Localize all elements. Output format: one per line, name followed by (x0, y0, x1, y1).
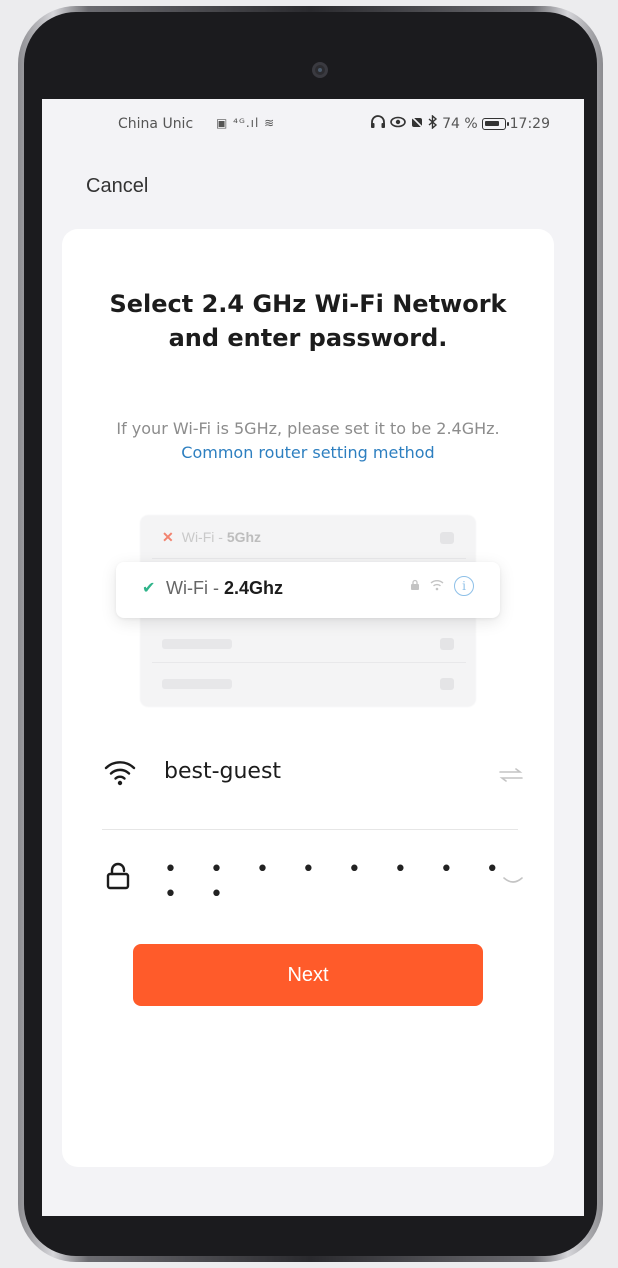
ghost-icon (440, 638, 454, 650)
next-button[interactable]: Next (133, 944, 483, 1006)
illus-row-24g: ✔ Wi-Fi - 2.4Ghz i (116, 562, 500, 618)
hint-text: If your Wi-Fi is 5GHz, please set it to … (116, 419, 500, 438)
battery-percent: 74 % (442, 116, 478, 132)
illus-row-icons: i (410, 576, 474, 596)
eye-closed-icon[interactable] (502, 871, 524, 890)
headphones-icon (370, 115, 386, 133)
front-camera (312, 62, 328, 78)
ghost-bar (162, 639, 232, 649)
illus-5g-prefix: Wi-Fi - (181, 529, 227, 545)
illus-5g-band: 5Ghz (226, 529, 262, 545)
illus-24g-band: 2.4Ghz (223, 578, 284, 598)
network-indicators: ▣ ⁴ᴳ.ıl ≋ (216, 116, 276, 130)
wifi-name-value: best-guest (164, 759, 282, 784)
ghost-icon (440, 532, 454, 544)
status-right: 74 % 17:29 (370, 114, 550, 133)
password-value: • • • • • • • • • • (164, 857, 512, 907)
app-screen: China Unic ▣ ⁴ᴳ.ıl ≋ 74 % 17:29 Cancel S… (42, 99, 584, 1216)
bluetooth-icon (428, 114, 438, 133)
illus-24g-label: Wi-Fi - 2.4Ghz (166, 578, 283, 599)
carrier-name: China Unic (118, 116, 194, 132)
router-setting-link[interactable]: Common router setting method (181, 443, 434, 462)
ghost-bar (162, 679, 232, 689)
check-icon: ✔ (142, 578, 156, 597)
lock-icon (104, 861, 136, 891)
page-title: Select 2.4 GHz Wi-Fi Network and enter p… (109, 290, 507, 352)
info-icon: i (454, 576, 474, 596)
illus-divider (152, 558, 466, 559)
small-wifi-icon (430, 579, 444, 594)
illus-divider (152, 662, 466, 663)
small-lock-icon (410, 579, 420, 594)
status-bar: China Unic ▣ ⁴ᴳ.ıl ≋ 74 % 17:29 (42, 99, 584, 155)
password-field[interactable]: • • • • • • • • • • (102, 847, 523, 907)
eye-icon (390, 116, 406, 132)
cross-icon: ✕ (162, 529, 174, 545)
cancel-button[interactable]: Cancel (86, 175, 148, 198)
mute-icon (410, 115, 424, 133)
wifi-setup-card: Select 2.4 GHz Wi-Fi Network and enter p… (62, 229, 554, 1167)
clock: 17:29 (509, 116, 550, 132)
wifi-name-field[interactable]: best-guest (102, 745, 523, 805)
illus-24g-prefix: Wi-Fi - (166, 578, 224, 598)
band-hint: If your Wi-Fi is 5GHz, please set it to … (92, 417, 524, 465)
ghost-icon (440, 678, 454, 690)
wifi-icon (104, 759, 136, 789)
battery-icon (481, 118, 509, 130)
field-divider (102, 829, 518, 830)
switch-network-icon[interactable] (498, 767, 524, 786)
illus-row-5g: ✕ Wi-Fi - 5Ghz (162, 529, 261, 546)
